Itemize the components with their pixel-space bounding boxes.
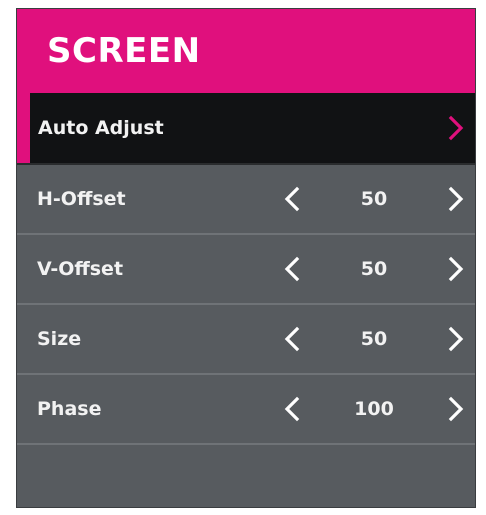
menu-item-v-offset[interactable]: V-Offset 50	[17, 235, 475, 305]
menu-header: SCREEN	[17, 9, 475, 93]
selection-indicator	[17, 93, 30, 163]
h-offset-value: 50	[360, 188, 388, 210]
chevron-right-icon[interactable]	[445, 253, 467, 285]
menu-title: SCREEN	[47, 31, 201, 71]
menu-items: Auto Adjust H-Offset 50 V-Offset 50 Size…	[17, 93, 475, 445]
osd-menu: SCREEN Auto Adjust H-Offset 50 V-Offset	[16, 8, 476, 508]
v-offset-value: 50	[360, 258, 388, 280]
chevron-right-icon[interactable]	[445, 393, 467, 425]
chevron-left-icon[interactable]	[281, 323, 303, 355]
chevron-left-icon[interactable]	[281, 393, 303, 425]
menu-item-label: V-Offset	[37, 258, 124, 280]
menu-item-label: Auto Adjust	[38, 117, 164, 139]
menu-item-size[interactable]: Size 50	[17, 305, 475, 375]
chevron-right-icon[interactable]	[445, 183, 467, 215]
menu-item-label: Phase	[37, 398, 102, 420]
chevron-left-icon[interactable]	[281, 183, 303, 215]
menu-item-label: H-Offset	[37, 188, 126, 210]
chevron-right-icon[interactable]	[445, 112, 467, 144]
chevron-right-icon[interactable]	[445, 323, 467, 355]
chevron-left-icon[interactable]	[281, 253, 303, 285]
menu-item-h-offset[interactable]: H-Offset 50	[17, 165, 475, 235]
menu-item-label: Size	[37, 328, 82, 350]
phase-value: 100	[354, 398, 394, 420]
menu-item-auto-adjust[interactable]: Auto Adjust	[17, 93, 475, 165]
size-value: 50	[360, 328, 388, 350]
menu-item-phase[interactable]: Phase 100	[17, 375, 475, 445]
